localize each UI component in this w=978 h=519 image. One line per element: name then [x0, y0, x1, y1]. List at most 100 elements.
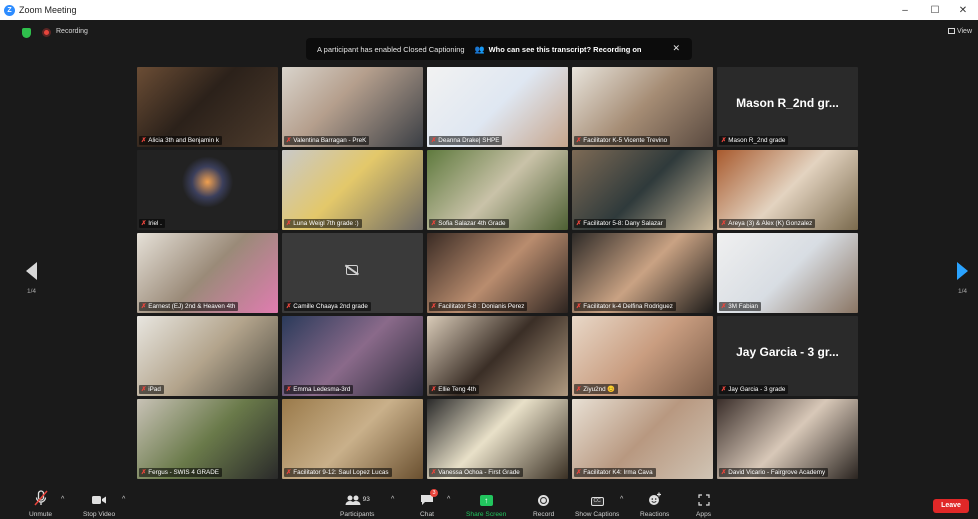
- grid-view-icon: [947, 28, 955, 34]
- participant-tile[interactable]: ✗ Ziyu2nd 😊: [572, 316, 713, 396]
- participant-tile[interactable]: Jay Garcia - 3 gr... ✗ Jay Garcia - 3 grad…: [717, 316, 858, 396]
- participant-tile[interactable]: ✗ Alicia 3th and Benjamin k: [137, 67, 278, 147]
- participant-tile[interactable]: ✗ Facilitator 5-8: Dany Salazar: [572, 150, 713, 230]
- muted-mic-icon: ✗: [286, 303, 292, 310]
- participant-tile[interactable]: ✗ Emma Ledesma-3rd: [282, 316, 423, 396]
- participant-tile[interactable]: Mason R_2nd gr... ✗ Mason R_2nd grade: [717, 67, 858, 147]
- captions-options-caret-icon[interactable]: ^: [620, 496, 623, 503]
- muted-mic-icon: ✗: [721, 137, 727, 144]
- zoom-meeting-window: Z Zoom Meeting – ☐ ✕ Recording View A pa…: [0, 0, 978, 519]
- close-window-button[interactable]: ✕: [948, 0, 978, 20]
- maximize-button[interactable]: ☐: [920, 0, 950, 20]
- previous-page-arrow-icon[interactable]: [26, 262, 37, 280]
- banner-close-button[interactable]: ✕: [672, 43, 680, 54]
- record-icon: [538, 489, 550, 506]
- participant-tile[interactable]: ✗ Facilitator 5-8 : Donianis Perez: [427, 233, 568, 313]
- participant-video: [572, 233, 713, 313]
- security-shield-icon[interactable]: [22, 28, 31, 38]
- participant-tile[interactable]: ✗ Fergus - SWIS 4 GRADE: [137, 399, 278, 479]
- closed-caption-banner: A participant has enabled Closed Caption…: [306, 38, 692, 60]
- participant-tile[interactable]: ✗ 3M Fabian: [717, 233, 858, 313]
- share-screen-button[interactable]: ↑ Share Screen: [466, 489, 506, 518]
- participant-name: Mason R_2nd grade: [728, 137, 786, 144]
- participant-video: [282, 316, 423, 396]
- reactions-button[interactable]: Reactions: [640, 489, 669, 518]
- participant-video: [572, 150, 713, 230]
- chat-unread-badge: 3: [430, 489, 438, 497]
- transcript-visibility-link[interactable]: Who can see this transcript? Recording o…: [489, 45, 642, 54]
- participant-tile[interactable]: ✗ Facilitator K-5 Vicente Trevino: [572, 67, 713, 147]
- stop-video-button[interactable]: Stop Video: [83, 489, 115, 518]
- minimize-button[interactable]: –: [890, 0, 920, 20]
- participant-display-name: Jay Garcia - 3 gr...: [736, 345, 839, 359]
- participant-tile[interactable]: ✗ Vanessa Ochoa - First Grade: [427, 399, 568, 479]
- participant-name-label: ✗ Jay Garcia - 3 grade: [719, 385, 789, 394]
- participant-tile[interactable]: ✗ Luna Weigl 7th grade :): [282, 150, 423, 230]
- participant-name: Facilitator K-5 Vicente Trevino: [583, 137, 668, 144]
- participants-options-caret-icon[interactable]: ^: [391, 496, 394, 503]
- participant-name: Facilitator 9-12: Saul Lopez Lucas: [293, 469, 389, 476]
- participants-count: 93: [362, 496, 370, 503]
- muted-mic-icon: ✗: [431, 386, 437, 393]
- participant-name: Facilitator 5-8 : Donianis Perez: [438, 303, 525, 310]
- participant-name-label: ✗ Ziyu2nd 😊: [574, 384, 619, 394]
- participant-tile[interactable]: ✗ Facilitator k-4 Delfina Rodriguez: [572, 233, 713, 313]
- view-button[interactable]: View: [947, 28, 972, 35]
- participant-name: Alicia 3th and Benjamin k: [148, 137, 219, 144]
- participant-tile[interactable]: ✗ iPad: [137, 316, 278, 396]
- participant-video: [282, 67, 423, 147]
- share-screen-label: Share Screen: [466, 511, 507, 518]
- muted-microphone-icon: [33, 489, 48, 506]
- participant-tile[interactable]: ✗ Camille Chaaya 2nd grade: [282, 233, 423, 313]
- unmute-button[interactable]: Unmute: [29, 489, 52, 518]
- unmute-label: Unmute: [29, 511, 53, 518]
- participant-tile[interactable]: ✗ Deanna Drake| SHPE: [427, 67, 568, 147]
- muted-mic-icon: ✗: [721, 386, 727, 393]
- participant-tile[interactable]: ✗ Facilitator 9-12: Saul Lopez Lucas: [282, 399, 423, 479]
- participant-name-label: ✗ Emma Ledesma-3rd: [284, 385, 354, 394]
- show-captions-button[interactable]: CC Show Captions: [575, 489, 619, 518]
- participant-name-label: ✗ Facilitator K4: Irma Cava: [574, 468, 656, 477]
- participant-tile[interactable]: ✗ Facilitator K4: Irma Cava: [572, 399, 713, 479]
- participant-name: Jay Garcia - 3 grade: [728, 386, 786, 393]
- participant-tile[interactable]: ✗ Earnest (EJ) 2nd & Heaven 4th: [137, 233, 278, 313]
- participants-button[interactable]: 93 Participants: [340, 489, 374, 518]
- participant-video: [717, 399, 858, 479]
- next-page-arrow-icon[interactable]: [957, 262, 968, 280]
- participant-tile[interactable]: ✗ David Vicario - Fairgrove Academy: [717, 399, 858, 479]
- participant-name: Ellie Teng 4th: [438, 386, 476, 393]
- participant-tile[interactable]: ✗ Areya (3) & Alex (K) Gonzalez: [717, 150, 858, 230]
- apps-button[interactable]: Apps: [696, 489, 711, 518]
- chat-button[interactable]: 3 Chat: [420, 489, 438, 518]
- record-button[interactable]: Record: [533, 489, 554, 518]
- page-indicator-right: 1/4: [958, 288, 968, 295]
- participant-name-label: ✗ Ellie Teng 4th: [429, 385, 479, 394]
- muted-mic-icon: ✗: [576, 137, 582, 144]
- window-title: Zoom Meeting: [19, 5, 77, 15]
- participant-video: [427, 67, 568, 147]
- participant-tile[interactable]: ✗ Sofia Salazar 4th Grade: [427, 150, 568, 230]
- share-screen-icon: ↑: [479, 489, 493, 506]
- participant-name-label: ✗ Facilitator 5-8 : Donianis Perez: [429, 302, 528, 311]
- participant-name-label: ✗ Fergus - SWIS 4 GRADE: [139, 468, 222, 477]
- participant-video: [137, 399, 278, 479]
- leave-button[interactable]: Leave: [933, 499, 969, 513]
- participant-tile[interactable]: ✗ Ellie Teng 4th: [427, 316, 568, 396]
- participant-name-label: ✗ Vanessa Ochoa - First Grade: [429, 468, 523, 477]
- participant-name-label: ✗ Sofia Salazar 4th Grade: [429, 219, 509, 228]
- participant-tile[interactable]: ✗ Valentina Barragan - PreK: [282, 67, 423, 147]
- participant-tile[interactable]: ✗ Iriel .: [137, 150, 278, 230]
- meeting-toolbar: Unmute ^ Stop Video ^ 93 Participants ^ …: [0, 489, 978, 519]
- muted-mic-icon: ✗: [721, 469, 727, 476]
- participant-video: [427, 316, 568, 396]
- apps-icon: [697, 489, 710, 506]
- recording-label: Recording: [56, 28, 88, 35]
- chat-options-caret-icon[interactable]: ^: [447, 496, 450, 503]
- participant-video: [282, 399, 423, 479]
- muted-mic-icon: ✗: [431, 137, 437, 144]
- participant-name: Earnest (EJ) 2nd & Heaven 4th: [148, 303, 236, 310]
- video-options-caret-icon[interactable]: ^: [122, 496, 125, 503]
- participant-video: [137, 67, 278, 147]
- people-icon: 👥: [474, 44, 485, 54]
- audio-options-caret-icon[interactable]: ^: [61, 496, 64, 503]
